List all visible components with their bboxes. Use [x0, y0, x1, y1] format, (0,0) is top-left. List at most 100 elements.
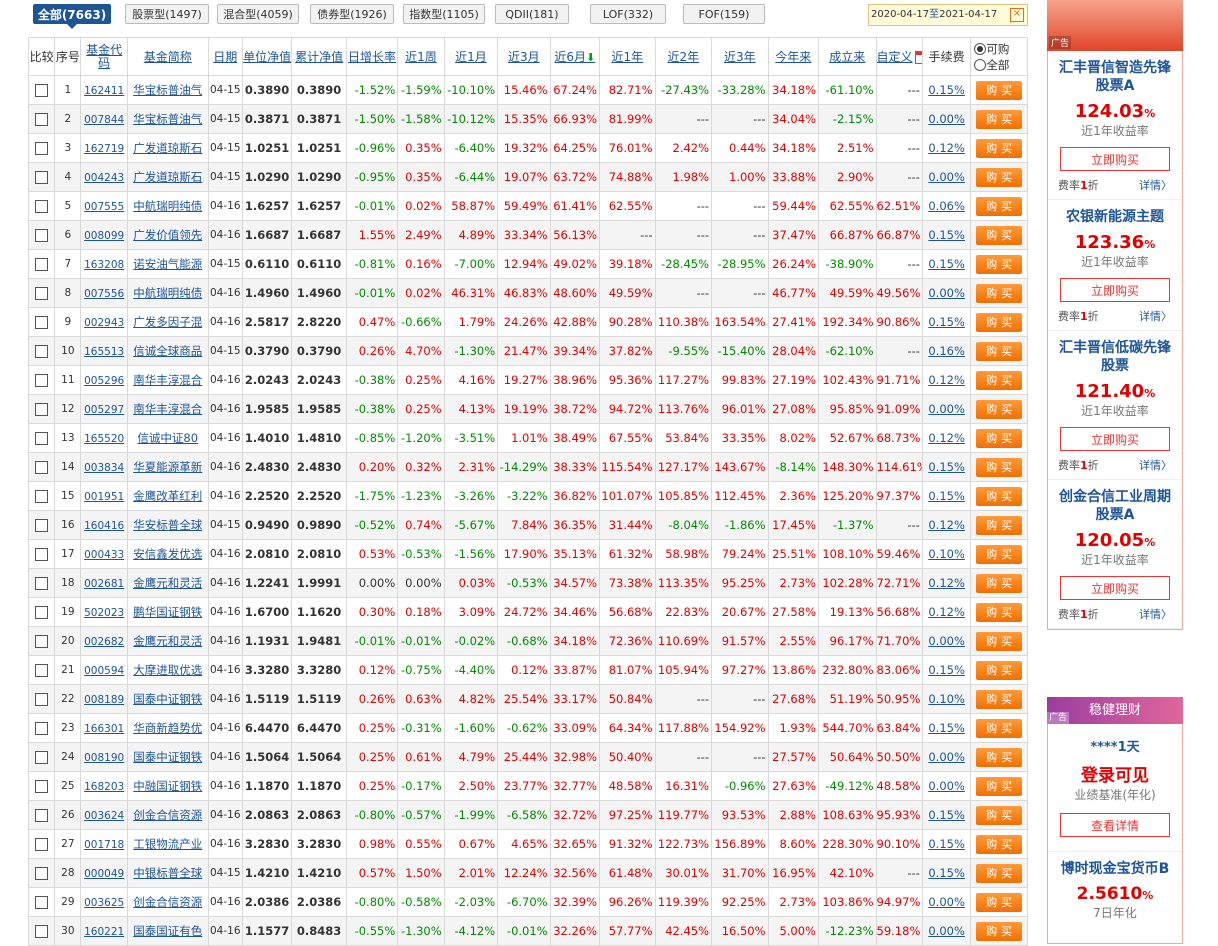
radio-buyable[interactable] [974, 43, 987, 55]
fund-name-link[interactable]: 中银标普全球 [133, 866, 202, 880]
fund-code-link[interactable]: 168203 [84, 781, 124, 793]
fee-link[interactable]: 0.00% [928, 402, 965, 416]
fee-link[interactable]: 0.00% [928, 634, 965, 648]
fee-link[interactable]: 0.00% [928, 170, 965, 184]
compare-checkbox[interactable] [35, 432, 49, 445]
fee-link[interactable]: 0.15% [928, 83, 965, 97]
compare-checkbox[interactable] [35, 113, 49, 126]
fund-code-link[interactable]: 160221 [84, 926, 124, 938]
compare-checkbox[interactable] [35, 896, 49, 909]
header-6m[interactable]: 近6月⬇ [549, 37, 601, 76]
fee-link[interactable]: 0.12% [928, 373, 965, 387]
fee-link[interactable]: 0.15% [928, 489, 965, 503]
compare-checkbox[interactable] [35, 171, 49, 184]
buy-button[interactable]: 购买 [976, 196, 1023, 216]
buy-button[interactable]: 购买 [976, 573, 1023, 593]
header-3m[interactable]: 近3月 [497, 37, 551, 76]
buy-button[interactable]: 购买 [976, 776, 1023, 796]
fund-name-link[interactable]: 创金合信资源 [133, 808, 202, 822]
fund-name-link[interactable]: 中航瑞明纯债 [133, 199, 202, 213]
buy-button[interactable]: 购买 [976, 515, 1023, 535]
fund-name-link[interactable]: 华宝标普油气 [133, 83, 202, 97]
tab-5[interactable]: QDII(181) [495, 4, 569, 24]
fund-name-link[interactable]: 国泰中证钢铁 [133, 692, 202, 706]
compare-checkbox[interactable] [35, 606, 49, 619]
fee-link[interactable]: 0.15% [928, 460, 965, 474]
fee-link[interactable]: 0.00% [928, 779, 965, 793]
fund-name-link[interactable]: 南华丰淳混合 [133, 402, 202, 416]
fund-code-link[interactable]: 163208 [84, 259, 124, 271]
fund-name-link[interactable]: 大摩进取优选 [133, 663, 202, 677]
filter-all[interactable]: 全部 [974, 57, 1026, 73]
compare-checkbox[interactable] [35, 577, 49, 590]
buy-button[interactable]: 购买 [976, 283, 1023, 303]
header-2y[interactable]: 近2年 [654, 37, 713, 76]
fund-code-link[interactable]: 502023 [84, 607, 124, 619]
fee-link[interactable]: 0.15% [928, 721, 965, 735]
header-daily[interactable]: 日增长率 [345, 37, 399, 76]
compare-checkbox[interactable] [35, 867, 49, 880]
compare-checkbox[interactable] [35, 664, 49, 677]
compare-checkbox[interactable] [35, 809, 49, 822]
compare-checkbox[interactable] [35, 316, 49, 329]
ad-fund-title[interactable]: 汇丰晋信智造先锋股票A [1048, 59, 1182, 95]
fund-name-link[interactable]: 鹏华国证钢铁 [133, 605, 202, 619]
compare-checkbox[interactable] [35, 461, 49, 474]
buy-button[interactable]: 购买 [976, 225, 1023, 245]
buy-button[interactable]: 购买 [976, 109, 1023, 129]
fund-code-link[interactable]: 162411 [84, 85, 124, 97]
header-custom[interactable]: 自定义 [875, 37, 923, 76]
header-nav[interactable]: 单位净值 [241, 37, 293, 76]
tab-4[interactable]: 指数型(1105) [403, 4, 485, 24]
fund-name-link[interactable]: 中融国证钢铁 [133, 779, 202, 793]
buy-button[interactable]: 购买 [976, 834, 1023, 854]
ad-fund-title[interactable]: 汇丰晋信低碳先锋股票 [1048, 339, 1182, 375]
buy-button[interactable]: 购买 [976, 428, 1023, 448]
calendar-icon[interactable] [914, 51, 922, 64]
compare-checkbox[interactable] [35, 490, 49, 503]
header-since[interactable]: 成立来 [818, 37, 877, 76]
fee-link[interactable]: 0.00% [928, 286, 965, 300]
fee-link[interactable]: 0.15% [928, 228, 965, 242]
fund-name-link[interactable]: 华夏能源革新 [133, 460, 202, 474]
fund-name-link[interactable]: 金鹰元和灵活 [133, 634, 202, 648]
header-date[interactable]: 日期 [207, 37, 243, 76]
tab-1[interactable]: 股票型(1497) [125, 4, 209, 24]
buy-button[interactable]: 购买 [976, 921, 1023, 941]
compare-checkbox[interactable] [35, 780, 49, 793]
buy-button[interactable]: 购买 [976, 486, 1023, 506]
fund-code-link[interactable]: 003834 [84, 462, 124, 474]
radio-all[interactable] [974, 59, 987, 71]
detail-link[interactable]: 详情〉 [1139, 606, 1172, 622]
fund-code-link[interactable]: 000594 [84, 665, 124, 677]
fund-code-link[interactable]: 000049 [84, 868, 124, 880]
fund-code-link[interactable]: 000433 [84, 549, 124, 561]
fund-code-link[interactable]: 003625 [84, 897, 124, 909]
fund-name-link[interactable]: 国泰中证钢铁 [133, 750, 202, 764]
fee-link[interactable]: 0.16% [928, 344, 965, 358]
fund-code-link[interactable]: 005296 [84, 375, 124, 387]
buy-now-button[interactable]: 立即购买 [1060, 427, 1170, 451]
buy-button[interactable]: 购买 [976, 167, 1023, 187]
filter-buyable[interactable]: 可购 [974, 41, 1026, 57]
fee-link[interactable]: 0.15% [928, 663, 965, 677]
fund-code-link[interactable]: 162719 [84, 143, 124, 155]
compare-checkbox[interactable] [35, 519, 49, 532]
fund-name-link[interactable]: 信诚全球商品 [133, 344, 202, 358]
fund-code-link[interactable]: 160416 [84, 520, 124, 532]
date-range-picker[interactable]: 2020-04-17至2021-04-17 × [868, 4, 1028, 26]
header-acc-nav[interactable]: 累计净值 [291, 37, 347, 76]
buy-button[interactable]: 购买 [976, 631, 1023, 651]
fee-link[interactable]: 0.06% [928, 199, 965, 213]
compare-checkbox[interactable] [35, 287, 49, 300]
header-1y[interactable]: 近1年 [599, 37, 656, 76]
buy-button[interactable]: 购买 [976, 805, 1023, 825]
compare-checkbox[interactable] [35, 548, 49, 561]
fee-link[interactable]: 0.12% [928, 141, 965, 155]
buy-button[interactable]: 购买 [976, 341, 1023, 361]
fee-link[interactable]: 0.00% [928, 924, 965, 938]
fund-name-link[interactable]: 广发道琼斯石 [133, 141, 202, 155]
fund-code-link[interactable]: 002682 [84, 636, 124, 648]
buy-button[interactable]: 购买 [976, 254, 1023, 274]
buy-button[interactable]: 购买 [976, 660, 1023, 680]
